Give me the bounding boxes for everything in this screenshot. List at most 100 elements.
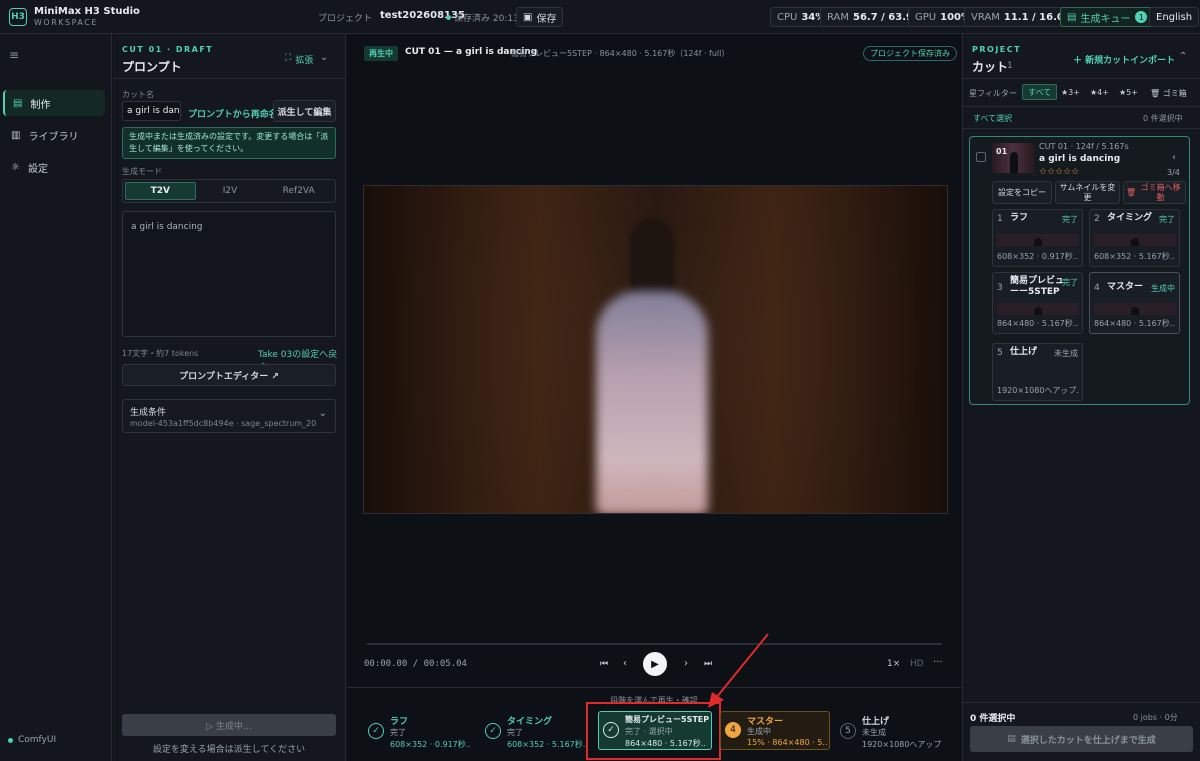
divider (963, 78, 1200, 79)
gear-icon: ☼ (11, 161, 20, 173)
queue-button[interactable]: ▤ 生成キュー 1 (1060, 7, 1155, 27)
save-button-label: 保存 (536, 13, 557, 25)
project-label: プロジェクト (318, 14, 373, 24)
player-area: 再生中 CUT 01 — a girl is dancing 簡易プレビュー5S… (347, 34, 961, 761)
footer-jobs: 0 jobs · 0分 (1133, 713, 1178, 722)
stage-title: 簡易プレビュー5STEP (625, 715, 710, 724)
time-separator: / (412, 659, 419, 669)
cut-card[interactable]: 01 CUT 01 · 124f / 5.167s a girl is danc… (969, 136, 1190, 405)
trash-icon: 🗑 (1126, 187, 1137, 197)
import-button[interactable]: インポート (1130, 53, 1175, 66)
stage-title: 仕上げ (862, 717, 890, 727)
conditions-section[interactable]: 生成条件 model-453a1ff5dc8b494e · sage_spect… (122, 399, 336, 433)
more-icon[interactable]: ··· (933, 657, 943, 668)
chevron-left-icon[interactable]: ‹ (1172, 152, 1176, 163)
saved-status-text: 保存済み 20:13 (454, 14, 519, 24)
filter-3star[interactable]: ★3+ (1061, 88, 1080, 97)
filter-trash[interactable]: 🗑 ゴミ箱 (1150, 88, 1187, 99)
stage-meta: 1920×1080へアップ… (997, 386, 1079, 395)
stage-thumbnail (997, 234, 1079, 246)
playing-badge: 再生中 (364, 46, 398, 61)
panel-eyebrow: PROJECT (972, 45, 1022, 54)
stage-number: 4 (725, 722, 741, 738)
speed-button[interactable]: 1× (887, 659, 900, 669)
progress-track[interactable] (367, 643, 942, 645)
stage-status: 未生成 (1054, 349, 1078, 358)
card-stage-finish[interactable]: 5 仕上げ 未生成 1920×1080へアップ… (992, 343, 1083, 401)
chevron-down-icon[interactable]: ⌄ (320, 52, 328, 63)
nav-item-settings[interactable]: ☼ 設定 (3, 154, 105, 180)
stage-step-preview[interactable]: ✓ 簡易プレビュー5STEP 完了 · 選択中 864×480 · 5.167秒… (598, 711, 712, 750)
rename-link[interactable]: プロンプトから再命名 (188, 107, 278, 120)
prompt-textarea[interactable]: a girl is dancing (122, 211, 336, 337)
card-stage-master[interactable]: 4 マスター 生成中 864×480 · 5.167秒… (1089, 272, 1180, 334)
hd-button[interactable]: HD (910, 659, 924, 669)
move-to-trash-button[interactable]: 🗑 ゴミ箱へ移動 (1123, 181, 1186, 204)
chevron-up-icon[interactable]: ⌃ (1179, 51, 1187, 62)
generating-button[interactable]: ▷ 生成中… (122, 714, 336, 736)
stage-status: 完了 · 選択中 (625, 727, 673, 736)
skip-start-icon[interactable]: ⏮ (600, 659, 608, 669)
divider (963, 106, 1200, 107)
ram-label: RAM (827, 11, 850, 23)
project-panel: PROJECT カット 1 ＋ 新規カット インポート ⌃ 星フィルター すべて… (962, 34, 1200, 761)
copy-settings-button[interactable]: 設定をコピー (992, 181, 1052, 204)
annotation-arrow (708, 633, 769, 708)
annotation-arrow-head (708, 692, 724, 708)
stage-title: ラフ (1010, 213, 1029, 223)
star-rating[interactable]: ☆☆☆☆☆ (1039, 167, 1079, 177)
filter-5star[interactable]: ★5+ (1119, 88, 1138, 97)
divider (113, 78, 345, 79)
expand-button[interactable]: ⛶ 拡張 (285, 53, 313, 66)
step-forward-icon[interactable]: › (684, 658, 688, 669)
stage-step-finish[interactable]: 5 仕上げ 未生成 1920×1080へアップ… (836, 712, 952, 754)
thumbnail-figure (1034, 307, 1042, 315)
mode-tab-t2v[interactable]: T2V (125, 182, 196, 200)
thumbnail-figure (1131, 307, 1139, 315)
play-button[interactable]: ▶ (643, 652, 667, 676)
time-total: 00:05.04 (423, 659, 467, 669)
card-stage-rough[interactable]: 1 ラフ 完了 608×352 · 0.917秒… (992, 209, 1083, 267)
mode-tab-ref2va[interactable]: Ref2VA (264, 182, 333, 200)
stage-thumbnail (1094, 303, 1176, 315)
stage-meta: 608×352 · 0.917秒… (390, 740, 470, 749)
queue-count-badge: 1 (1135, 11, 1148, 23)
prompt-editor-button[interactable]: プロンプトエディター ↗ (122, 364, 336, 386)
video-frame[interactable] (363, 185, 948, 514)
prompt-panel: CUT 01 · DRAFT プロンプト ⛶ 拡張 ⌄ カット名 a girl i… (113, 34, 346, 761)
mode-tab-i2v[interactable]: I2V (196, 182, 265, 200)
finalize-button[interactable]: ▤ 選択したカットを仕上げまで生成 (970, 726, 1193, 752)
stage-step-master[interactable]: 4 マスター 生成中 15% · 864×480 · 5.… (720, 711, 830, 750)
new-cut-button[interactable]: ＋ 新規カット (1073, 53, 1130, 66)
figure-head (630, 218, 674, 298)
change-thumbnail-button[interactable]: サムネイルを変更 (1055, 181, 1120, 204)
queue-icon: ▤ (1067, 11, 1077, 23)
top-bar: H3 MiniMax H3 Studio WORKSPACE プロジェクト te… (0, 0, 1200, 34)
card-stage-timing[interactable]: 2 タイミング 完了 608×352 · 5.167秒… (1089, 209, 1180, 267)
stage-title: タイミング (507, 717, 553, 727)
comfy-status-text: ComfyUI (18, 735, 57, 745)
menu-icon[interactable]: ≡ (9, 48, 19, 62)
language-button[interactable]: English (1149, 7, 1200, 27)
nav-item-create[interactable]: ▤ 制作 (3, 90, 105, 116)
stage-step-rough[interactable]: ✓ ラフ 完了 608×352 · 0.917秒… (364, 712, 476, 754)
nav-item-label: 制作 (30, 99, 51, 111)
side-nav: ≡ ▤ 制作 ▥ ライブラリ ☼ 設定 ComfyUI (0, 34, 112, 761)
derive-edit-button[interactable]: 派生して編集 (273, 100, 336, 122)
card-stage-preview[interactable]: 3 簡易プレビューー5STEP 完了 864×480 · 5.167秒… (992, 272, 1083, 334)
filter-4star[interactable]: ★4+ (1090, 88, 1109, 97)
stage-meta: 608×352 · 0.917秒… (997, 252, 1079, 261)
stage-status: 完了 (1062, 215, 1078, 224)
step-back-icon[interactable]: ‹ (623, 658, 627, 669)
document-icon: ▤ (13, 97, 23, 109)
save-button[interactable]: ▣ 保存 (516, 7, 564, 27)
filter-all[interactable]: すべて (1022, 84, 1058, 100)
nav-item-library[interactable]: ▥ ライブラリ (3, 122, 105, 148)
select-all-link[interactable]: すべて選択 (973, 113, 1012, 124)
cut-checkbox[interactable] (976, 152, 986, 162)
cut-name-input[interactable]: a girl is danc (122, 101, 181, 121)
cut-card-name: a girl is dancing (1039, 154, 1121, 164)
footer-selected: 0 件選択中 (970, 714, 1016, 724)
saved-status: 保存済み 20:13 (446, 11, 519, 24)
stage-step-timing[interactable]: ✓ タイミング 完了 608×352 · 5.167秒… (481, 712, 589, 754)
